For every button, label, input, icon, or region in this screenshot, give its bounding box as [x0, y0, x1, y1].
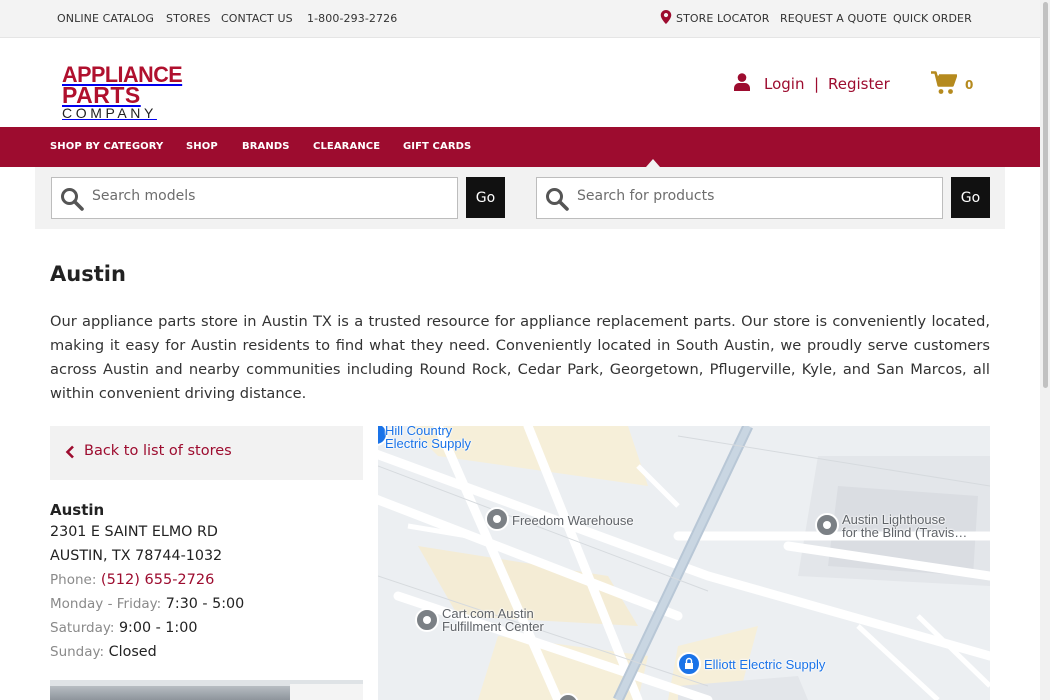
online-catalog-link[interactable]: ONLINE CATALOG — [57, 12, 154, 25]
nav-active-indicator — [646, 159, 660, 167]
search-icon — [546, 188, 569, 211]
map-pin-icon — [660, 10, 672, 24]
store-locator-link[interactable]: STORE LOCATOR — [676, 12, 770, 25]
hours-row-saturday: Saturday: 9:00 - 1:00 — [50, 616, 363, 640]
model-search-input[interactable] — [92, 188, 392, 204]
hours-label: Monday - Friday: — [50, 596, 162, 612]
product-search-box — [536, 177, 943, 219]
quick-order-link[interactable]: QUICK ORDER — [893, 12, 972, 25]
cart-count-badge[interactable]: 0 — [965, 78, 973, 92]
shopping-cart-icon[interactable] — [931, 71, 957, 95]
logo-line-1: APPLIANCE — [62, 62, 183, 87]
main-nav: SHOP BY CATEGORY SHOP BRANDS CLEARANCE G… — [0, 127, 1040, 167]
hours-row-weekday: Monday - Friday: 7:30 - 5:00 — [50, 592, 363, 616]
map-label-freedom-warehouse[interactable]: Freedom Warehouse — [512, 514, 634, 527]
phone-link[interactable]: 1-800-293-2726 — [307, 12, 397, 25]
hours-label: Sunday: — [50, 644, 105, 660]
hours-value: Closed — [108, 644, 157, 660]
map-label-hill-country[interactable]: Hill Country Electric Supply — [385, 426, 471, 450]
hours-row-sunday: Sunday: Closed — [50, 640, 363, 664]
account-separator: | — [814, 75, 820, 93]
search-icon — [61, 188, 84, 211]
map-marker-elliott-electric — [677, 652, 701, 676]
scrollbar-thumb[interactable] — [1043, 2, 1048, 388]
phone-label: Phone: — [50, 572, 97, 588]
nav-gift-cards[interactable]: GIFT CARDS — [403, 141, 471, 152]
store-address-line-2: AUSTIN, TX 78744-1032 — [50, 548, 223, 564]
nav-brands[interactable]: BRANDS — [242, 141, 290, 152]
store-phone-link[interactable]: (512) 655-2726 — [101, 572, 214, 588]
search-panel: Go Go — [35, 167, 1005, 229]
map-marker-lighthouse — [815, 513, 839, 537]
logo-line-3: COMPANY — [62, 105, 157, 121]
product-search-input[interactable] — [577, 188, 877, 204]
logo-line-2: PARTS — [62, 82, 141, 108]
nav-shop-by-category[interactable]: SHOP BY CATEGORY — [50, 141, 163, 152]
site-header: APPLIANCE PARTS COMPANY Login | Register… — [0, 38, 1040, 127]
store-name: Austin — [50, 501, 105, 519]
back-to-stores-link[interactable]: Back to list of stores — [84, 443, 232, 459]
request-quote-link[interactable]: REQUEST A QUOTE — [780, 12, 887, 25]
nav-shop[interactable]: SHOP — [186, 141, 218, 152]
register-link[interactable]: Register — [828, 75, 890, 93]
store-details: Austin 2301 E SAINT ELMO RD AUSTIN, TX 7… — [50, 500, 363, 664]
login-link[interactable]: Login — [764, 75, 804, 93]
map-marker-freedom-warehouse — [485, 507, 509, 531]
map-label-elliott-electric[interactable]: Elliott Electric Supply — [704, 658, 825, 671]
nav-clearance[interactable]: CLEARANCE — [313, 141, 380, 152]
map-label-cart-com[interactable]: Cart.com Austin Fulfillment Center — [442, 607, 544, 633]
hours-value: 9:00 - 1:00 — [118, 620, 198, 636]
hours-label: Saturday: — [50, 620, 115, 636]
chevron-left-icon — [65, 445, 74, 459]
store-map[interactable]: Hill Country Electric Supply Freedom War… — [378, 426, 990, 700]
model-search-box — [51, 177, 458, 219]
stores-link[interactable]: STORES — [166, 12, 211, 25]
store-photo — [50, 680, 363, 700]
site-logo[interactable]: APPLIANCE PARTS COMPANY — [62, 62, 184, 121]
contact-us-link[interactable]: CONTACT US — [221, 12, 293, 25]
store-address-line-1: 2301 E SAINT ELMO RD — [50, 524, 218, 540]
page-scrollbar[interactable] — [1040, 0, 1050, 700]
page-title: Austin — [50, 262, 126, 286]
model-search-go-button[interactable]: Go — [466, 177, 505, 218]
product-search-go-button[interactable]: Go — [951, 177, 990, 218]
map-marker-cart-com — [415, 608, 439, 632]
user-icon[interactable] — [734, 73, 750, 91]
hours-value: 7:30 - 5:00 — [165, 596, 245, 612]
store-phone-row: Phone: (512) 655-2726 — [50, 568, 363, 592]
utility-bar: ONLINE CATALOG STORES CONTACT US 1-800-2… — [0, 0, 1040, 38]
back-to-stores-panel: Back to list of stores — [50, 426, 363, 480]
map-label-lighthouse[interactable]: Austin Lighthouse for the Blind (Travis… — [842, 513, 967, 539]
map-canvas[interactable] — [378, 426, 990, 700]
store-intro-text: Our appliance parts store in Austin TX i… — [50, 313, 990, 402]
